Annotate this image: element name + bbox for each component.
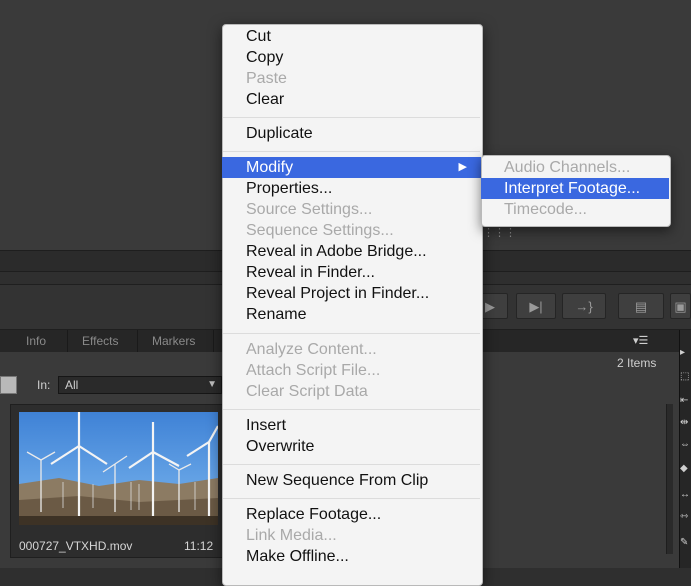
- menu-item-copy[interactable]: Copy: [222, 47, 481, 68]
- menu-item-new-sequence-from-clip[interactable]: New Sequence From Clip: [222, 470, 481, 491]
- pen-tool-icon[interactable]: ✎: [680, 536, 691, 550]
- rolling-edit-tool-icon[interactable]: ⇹: [680, 416, 691, 430]
- tab-markers[interactable]: Markers: [144, 330, 214, 352]
- search-field[interactable]: [0, 376, 17, 394]
- submenu-arrow-icon: ▶: [458, 161, 467, 173]
- go-to-out-point-icon[interactable]: →}: [562, 293, 606, 319]
- menu-item-make-offline[interactable]: Make Offline...: [222, 546, 481, 567]
- in-label: In:: [37, 378, 51, 392]
- menu-item-modify[interactable]: Modify ▶: [222, 157, 481, 178]
- scrubber-hash-mark: ⋮⋮⋮: [483, 227, 516, 239]
- menu-item-duplicate[interactable]: Duplicate: [222, 123, 481, 144]
- submenu-item-audio-channels: Audio Channels...: [504, 159, 631, 176]
- track-select-tool-icon[interactable]: ⬚: [680, 370, 691, 384]
- tab-effects[interactable]: Effects: [74, 330, 138, 352]
- clip-thumbnail-image: [19, 412, 218, 525]
- button-editor-icon[interactable]: ▣: [670, 293, 691, 319]
- submenu-item-timecode: Timecode...: [504, 201, 587, 218]
- menu-item-clear[interactable]: Clear: [222, 89, 481, 110]
- menu-item-reveal-in-bridge[interactable]: Reveal in Adobe Bridge...: [222, 241, 481, 262]
- rate-stretch-tool-icon[interactable]: ⇔: [680, 438, 691, 452]
- menu-item-clear-script-data: Clear Script Data: [246, 383, 368, 400]
- chevron-down-icon: ▼: [207, 379, 217, 390]
- menu-separator: [223, 498, 480, 499]
- submenu-item-interpret-footage[interactable]: Interpret Footage...: [481, 178, 669, 199]
- selection-tool-icon[interactable]: ▸: [680, 346, 691, 360]
- menu-item-insert[interactable]: Insert: [222, 415, 481, 436]
- slip-tool-icon[interactable]: ↔: [680, 488, 691, 502]
- clip-name: 000727_VTXHD.mov: [19, 539, 133, 553]
- items-count: 2 Items: [617, 356, 657, 370]
- clip-duration: 11:12: [184, 539, 214, 553]
- menu-item-overwrite[interactable]: Overwrite: [222, 436, 481, 457]
- slide-tool-icon[interactable]: ⇿: [680, 510, 691, 524]
- menu-item-replace-footage[interactable]: Replace Footage...: [222, 504, 481, 525]
- menu-item-attach-script-file: Attach Script File...: [246, 362, 381, 379]
- ripple-edit-tool-icon[interactable]: ⇤: [680, 394, 691, 408]
- menu-item-source-settings: Source Settings...: [246, 201, 373, 218]
- menu-separator: [223, 151, 480, 152]
- vertical-scrollbar[interactable]: [666, 404, 673, 554]
- tab-info[interactable]: Info: [18, 330, 68, 352]
- menu-item-reveal-in-finder[interactable]: Reveal in Finder...: [222, 262, 481, 283]
- panel-menu-icon[interactable]: ▾☰: [633, 334, 648, 347]
- menu-item-paste: Paste: [246, 70, 287, 87]
- menu-item-analyze-content: Analyze Content...: [246, 341, 377, 358]
- menu-separator: [223, 409, 480, 410]
- in-filter-select[interactable]: All ▼: [58, 376, 222, 394]
- menu-item-cut[interactable]: Cut: [222, 26, 481, 47]
- menu-item-sequence-settings: Sequence Settings...: [246, 222, 394, 239]
- menu-item-link-media: Link Media...: [246, 527, 337, 544]
- menu-separator: [223, 464, 480, 465]
- menu-item-properties[interactable]: Properties...: [222, 178, 481, 199]
- menu-separator: [223, 117, 480, 118]
- menu-item-reveal-project-in-finder[interactable]: Reveal Project in Finder...: [222, 283, 481, 304]
- razor-tool-icon[interactable]: ◆: [680, 462, 691, 476]
- menu-separator: [223, 333, 480, 334]
- export-frame-icon[interactable]: ▤: [618, 293, 664, 319]
- menu-item-modify-label: Modify: [246, 159, 294, 176]
- menu-item-rename[interactable]: Rename: [222, 304, 481, 325]
- step-forward-icon[interactable]: ▶|: [516, 293, 556, 319]
- in-filter-value: All: [65, 378, 79, 392]
